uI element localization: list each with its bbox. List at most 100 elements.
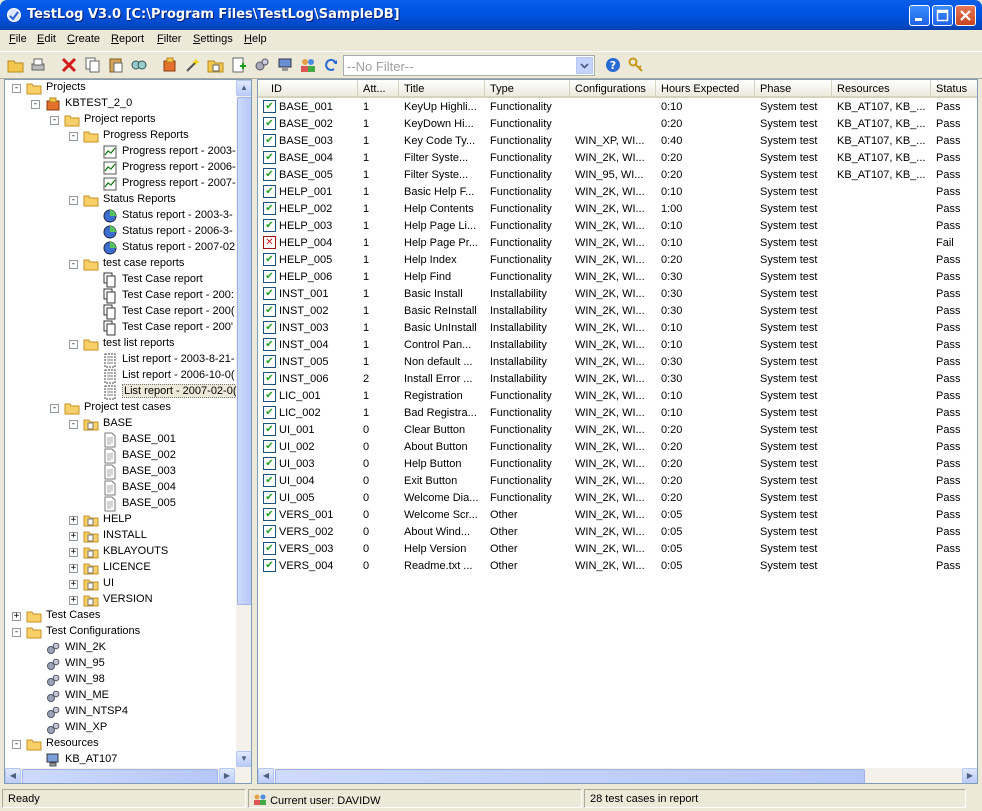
expand-icon[interactable]: + xyxy=(69,596,78,605)
tree-scroll-thumb[interactable] xyxy=(237,97,251,605)
grid-horizontal-scrollbar[interactable]: ◀ ▶ xyxy=(258,768,977,783)
table-row[interactable]: ✔ BASE_005 1 Filter Syste... Functionality WI… xyxy=(258,167,977,184)
expand-icon[interactable]: + xyxy=(12,612,21,621)
keys-icon[interactable] xyxy=(627,56,645,74)
checkmark-icon[interactable]: ✔ xyxy=(263,287,276,300)
menu-create[interactable]: Create xyxy=(67,33,100,45)
test-case-grid[interactable]: ID Att... Title Type Configurations Hours Exp… xyxy=(257,79,978,784)
checkmark-icon[interactable]: ✔ xyxy=(263,474,276,487)
filter-dropdown[interactable]: --No Filter-- xyxy=(343,55,595,76)
collapse-icon[interactable]: - xyxy=(69,132,78,141)
table-row[interactable]: ✔ INST_002 1 Basic ReInstall Installability W… xyxy=(258,303,977,320)
checkmark-icon[interactable]: ✔ xyxy=(263,457,276,470)
checkmark-icon[interactable]: ✔ xyxy=(263,559,276,572)
column-header-id[interactable]: ID xyxy=(258,80,358,98)
menu-help[interactable]: Help xyxy=(244,33,267,45)
grid-hscroll-thumb[interactable] xyxy=(275,769,865,783)
new-resource-icon[interactable] xyxy=(276,56,294,74)
checkmark-icon[interactable]: ✔ xyxy=(263,542,276,555)
table-row[interactable]: ✔ LIC_001 1 Registration Functionality WIN_2K… xyxy=(258,388,977,405)
grid-scroll-left-button[interactable]: ◀ xyxy=(258,768,274,783)
new-test-folder-icon[interactable] xyxy=(207,56,225,74)
table-row[interactable]: ✔ UI_005 0 Welcome Dia... Functionality WIN_2… xyxy=(258,490,977,507)
checkmark-icon[interactable]: ✔ xyxy=(263,134,276,147)
checkmark-icon[interactable]: ✔ xyxy=(263,440,276,453)
collapse-icon[interactable]: - xyxy=(69,340,78,349)
checkmark-icon[interactable]: ✔ xyxy=(263,525,276,538)
checkmark-icon[interactable]: ✔ xyxy=(263,151,276,164)
collapse-icon[interactable]: - xyxy=(50,116,59,125)
table-row[interactable]: ✔ VERS_001 0 Welcome Scr... Other WIN_2K, WI.… xyxy=(258,507,977,524)
checkmark-icon[interactable]: ✔ xyxy=(263,253,276,266)
table-row[interactable]: ✔ BASE_001 1 KeyUp Highli... Functionality 0:… xyxy=(258,99,977,116)
table-row[interactable]: ✔ INST_006 2 Install Error ... Installabilit… xyxy=(258,371,977,388)
expand-icon[interactable]: + xyxy=(69,532,78,541)
checkmark-icon[interactable]: ✔ xyxy=(263,355,276,368)
collapse-icon[interactable]: - xyxy=(31,100,40,109)
title-bar[interactable]: TestLog V3.0 [C:\Program Files\TestLog\S… xyxy=(0,0,982,30)
table-row[interactable]: ✔ VERS_003 0 Help Version Other WIN_2K, WI...… xyxy=(258,541,977,558)
menu-filter[interactable]: Filter xyxy=(157,33,181,45)
new-config-icon[interactable] xyxy=(253,56,271,74)
open-folder-icon[interactable] xyxy=(7,56,25,74)
column-header-title[interactable]: Title xyxy=(399,80,485,98)
delete-icon[interactable] xyxy=(60,56,78,74)
column-header-phase[interactable]: Phase xyxy=(755,80,832,98)
menu-file[interactable]: File xyxy=(9,33,27,45)
table-row[interactable]: ✔ VERS_004 0 Readme.txt ... Other WIN_2K, WI.… xyxy=(258,558,977,575)
checkmark-icon[interactable]: ✔ xyxy=(263,406,276,419)
table-row[interactable]: ✔ HELP_003 1 Help Page Li... Functionality WI… xyxy=(258,218,977,235)
table-row[interactable]: ✔ HELP_006 1 Help Find Functionality WIN_2K, … xyxy=(258,269,977,286)
checkmark-icon[interactable]: ✔ xyxy=(263,202,276,215)
scroll-down-button[interactable]: ▼ xyxy=(236,751,251,767)
checkmark-icon[interactable]: ✔ xyxy=(263,219,276,232)
checkmark-icon[interactable]: ✔ xyxy=(263,117,276,130)
checkmark-icon[interactable]: ✔ xyxy=(263,491,276,504)
scroll-left-button[interactable]: ◀ xyxy=(5,768,21,783)
collapse-icon[interactable]: - xyxy=(50,404,59,413)
table-row[interactable]: ✔ VERS_002 0 About Wind... Other WIN_2K, WI..… xyxy=(258,524,977,541)
refresh-icon[interactable] xyxy=(322,56,340,74)
filter-dropdown-button[interactable] xyxy=(576,57,593,74)
expand-icon[interactable]: + xyxy=(69,564,78,573)
column-header-att[interactable]: Att... xyxy=(358,80,399,98)
expand-icon[interactable]: + xyxy=(69,580,78,589)
new-project-icon[interactable] xyxy=(161,56,179,74)
column-header-resources[interactable]: Resources xyxy=(832,80,931,98)
column-header-configurations[interactable]: Configurations xyxy=(570,80,656,98)
menu-edit[interactable]: Edit xyxy=(37,33,56,45)
scroll-right-button[interactable]: ▶ xyxy=(219,768,235,783)
table-row[interactable]: ✔ UI_002 0 About Button Functionality WIN_2K,… xyxy=(258,439,977,456)
expand-icon[interactable]: + xyxy=(69,548,78,557)
table-row[interactable]: ✔ LIC_002 1 Bad Registra... Functionality WIN… xyxy=(258,405,977,422)
collapse-icon[interactable]: - xyxy=(69,260,78,269)
table-row[interactable]: ✔ INST_001 1 Basic Install Installability WIN… xyxy=(258,286,977,303)
tree-view[interactable]: - Projects - KBTEST_2_0- Project reports - Pro… xyxy=(4,79,252,784)
table-row[interactable]: ✔ UI_001 0 Clear Button Functionality WIN_2K,… xyxy=(258,422,977,439)
table-row[interactable]: ✔ UI_003 0 Help Button Functionality WIN_2K, … xyxy=(258,456,977,473)
table-row[interactable]: ✔ HELP_001 1 Basic Help F... Functionality WI… xyxy=(258,184,977,201)
collapse-icon[interactable]: - xyxy=(12,84,21,93)
table-row[interactable]: ✕ HELP_004 1 Help Page Pr... Functionality WI… xyxy=(258,235,977,252)
checkmark-icon[interactable]: ✔ xyxy=(263,338,276,351)
help-icon[interactable]: ? xyxy=(604,56,622,74)
column-header-hours-expected[interactable]: Hours Expected xyxy=(656,80,755,98)
collapse-icon[interactable]: - xyxy=(69,196,78,205)
tree-horizontal-scrollbar[interactable]: ◀ ▶ xyxy=(5,768,251,783)
wizard-icon[interactable] xyxy=(184,56,202,74)
checkmark-icon[interactable]: ✔ xyxy=(263,168,276,181)
scroll-up-button[interactable]: ▲ xyxy=(236,80,251,96)
expand-icon[interactable]: + xyxy=(69,516,78,525)
tree-vertical-scrollbar[interactable]: ▲ ▼ xyxy=(236,80,251,768)
find-icon[interactable] xyxy=(130,56,148,74)
checkmark-icon[interactable]: ✔ xyxy=(263,372,276,385)
table-row[interactable]: ✔ INST_005 1 Non default ... Installability W… xyxy=(258,354,977,371)
checkmark-icon[interactable]: ✔ xyxy=(263,423,276,436)
checkmark-icon[interactable]: ✔ xyxy=(263,100,276,113)
new-test-case-icon[interactable] xyxy=(230,56,248,74)
table-row[interactable]: ✔ BASE_003 1 Key Code Ty... Functionality WIN… xyxy=(258,133,977,150)
close-button[interactable] xyxy=(955,5,976,26)
minimize-button[interactable] xyxy=(909,5,930,26)
checkmark-icon[interactable]: ✔ xyxy=(263,185,276,198)
copy-icon[interactable] xyxy=(83,56,101,74)
